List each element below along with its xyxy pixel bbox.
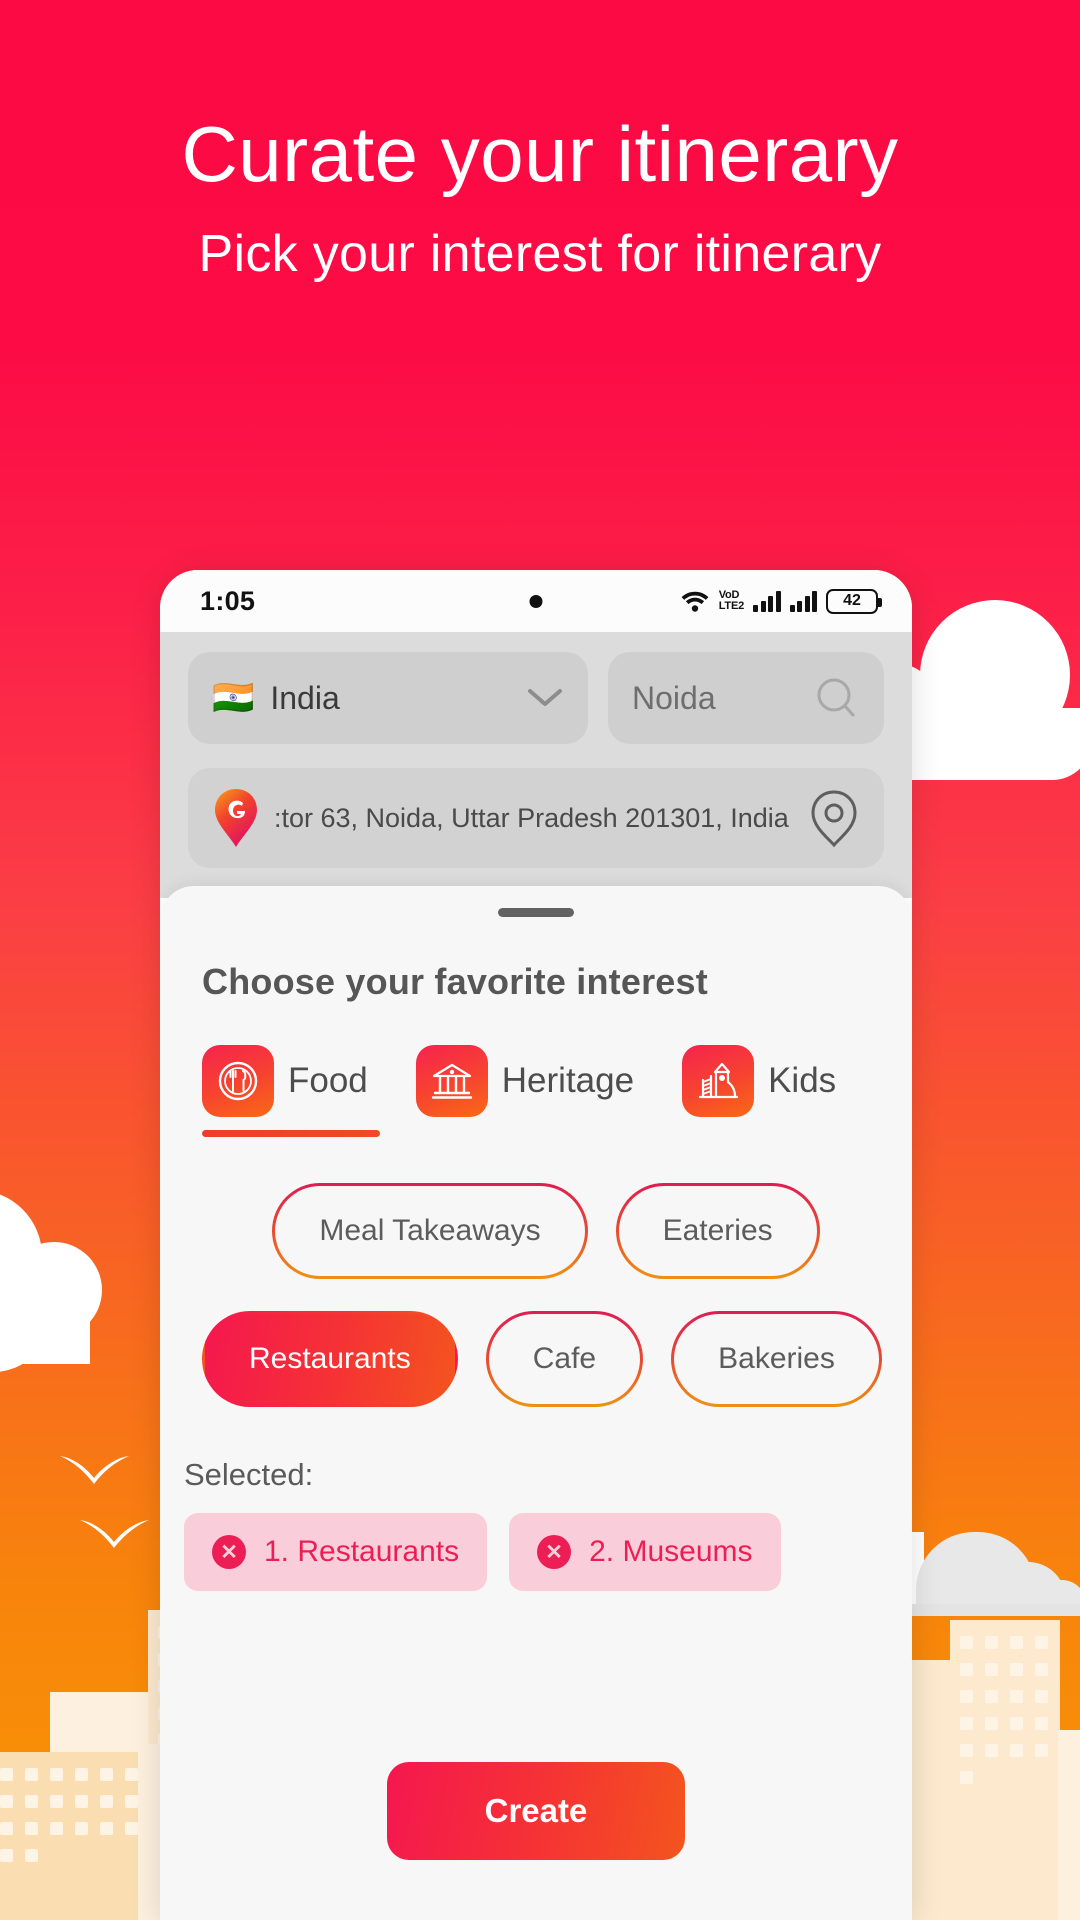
location-search-panel: 🇮🇳 India Noida:tor 63, Noida, Uttar Pra… bbox=[160, 632, 912, 898]
camera-punch-hole-icon bbox=[529, 594, 543, 608]
bird-icon bbox=[80, 1520, 149, 1548]
search-icon[interactable] bbox=[812, 674, 860, 722]
interest-tabs: Food Heritage Kids bbox=[202, 1045, 870, 1137]
battery-level: 42 bbox=[843, 592, 861, 609]
volte-indicator: VoD LTE2 bbox=[719, 590, 744, 612]
address-value: :tor 63, Noida, Uttar Pradesh 201301, In… bbox=[274, 802, 789, 833]
current-location-icon[interactable] bbox=[804, 788, 864, 848]
selected-chip-restaurants[interactable]: ✕ 1. Restaurants bbox=[184, 1513, 488, 1591]
chip-label: Eateries bbox=[662, 1214, 773, 1247]
close-circle-icon[interactable]: ✕ bbox=[212, 1535, 246, 1569]
chip-meal-takeaways[interactable]: Meal Takeaways bbox=[272, 1183, 587, 1279]
address-field[interactable]: :tor 63, Noida, Uttar Pradesh 201301, In… bbox=[188, 768, 884, 868]
tab-heritage[interactable]: Heritage bbox=[415, 1045, 635, 1137]
status-indicators: VoD LTE2 42 bbox=[680, 588, 882, 614]
kids-playground-slide-icon bbox=[682, 1045, 755, 1117]
interest-options: Meal Takeaways Eateries Restaurants Cafe… bbox=[202, 1183, 870, 1439]
india-flag-icon: 🇮🇳 bbox=[212, 679, 255, 717]
chip-label: Restaurants bbox=[249, 1342, 411, 1375]
country-dropdown[interactable]: 🇮🇳 India bbox=[188, 652, 588, 744]
selected-label: Selected: bbox=[184, 1457, 314, 1492]
country-name-label: India bbox=[270, 679, 340, 716]
page-subtitle: Pick your interest for itinerary bbox=[198, 224, 882, 283]
chip-row: Restaurants Cafe Bakeries bbox=[202, 1311, 870, 1407]
sheet-title: Choose your favorite interest bbox=[202, 961, 708, 1002]
battery-indicator: 42 bbox=[826, 588, 882, 614]
city-value: Noida bbox=[632, 679, 716, 716]
close-circle-icon[interactable]: ✕ bbox=[537, 1535, 572, 1569]
page-title: Curate your itinerary bbox=[181, 110, 899, 198]
wifi-icon bbox=[681, 591, 709, 612]
selector-row: 🇮🇳 India Noida bbox=[188, 652, 884, 744]
selected-chip-list: ✕ 1. Restaurants ✕ 2. Museums bbox=[184, 1513, 870, 1591]
city-search-input[interactable]: Noida bbox=[608, 652, 884, 744]
chip-row: Meal Takeaways Eateries bbox=[202, 1183, 870, 1279]
chip-cafe[interactable]: Cafe bbox=[486, 1311, 643, 1407]
sheet-drag-handle[interactable] bbox=[498, 908, 574, 917]
chip-restaurants[interactable]: Restaurants bbox=[202, 1311, 458, 1407]
heritage-museum-icon bbox=[415, 1045, 488, 1117]
chevron-down-icon[interactable] bbox=[526, 686, 564, 710]
chip-label: Meal Takeaways bbox=[319, 1214, 541, 1247]
signal-bars-icon bbox=[789, 590, 817, 612]
status-bar: 1:05 VoD LTE2 42 bbox=[160, 570, 912, 632]
cloud-decoration bbox=[0, 1190, 160, 1372]
cloud-decoration bbox=[890, 1492, 1080, 1627]
chip-bakeries[interactable]: Bakeries bbox=[671, 1311, 882, 1407]
phone-mockup: 1:05 VoD LTE2 42 🇮🇳 India Noida:tor 63,… bbox=[160, 570, 912, 1920]
bird-icon bbox=[60, 1456, 129, 1484]
selected-chip-label: 2. Museums bbox=[589, 1535, 753, 1568]
chip-eateries[interactable]: Eateries bbox=[616, 1183, 820, 1279]
tab-label: Heritage bbox=[501, 1061, 635, 1100]
create-button-row: Create bbox=[202, 1762, 870, 1920]
chip-label: Bakeries bbox=[718, 1342, 835, 1375]
selected-chip-label: 1. Restaurants bbox=[264, 1535, 460, 1568]
tab-kids[interactable]: Kids bbox=[682, 1045, 836, 1137]
promo-screenshot: Curate your itinerary Pick your interest… bbox=[0, 0, 1080, 1920]
interest-bottom-sheet: Choose your favorite interest Food Herit… bbox=[160, 886, 912, 1920]
signal-bars-icon bbox=[753, 590, 781, 612]
selected-section: Selected: ✕ 1. Restaurants ✕ 2. Museums bbox=[184, 1457, 870, 1591]
create-button[interactable]: Create bbox=[387, 1762, 685, 1860]
tab-label: Kids bbox=[768, 1061, 837, 1100]
food-plate-cutlery-icon bbox=[202, 1045, 274, 1117]
volte-bottom-label: LTE2 bbox=[718, 600, 744, 612]
tab-food[interactable]: Food bbox=[202, 1045, 380, 1137]
tab-label: Food bbox=[288, 1061, 368, 1100]
chip-label: Cafe bbox=[532, 1342, 597, 1375]
g-map-pin-icon bbox=[215, 789, 257, 847]
hero-text-block: Curate your itinerary Pick your interest… bbox=[0, 110, 1080, 284]
status-time: 1:05 bbox=[200, 585, 256, 616]
selected-chip-museums[interactable]: ✕ 2. Museums bbox=[509, 1513, 781, 1591]
